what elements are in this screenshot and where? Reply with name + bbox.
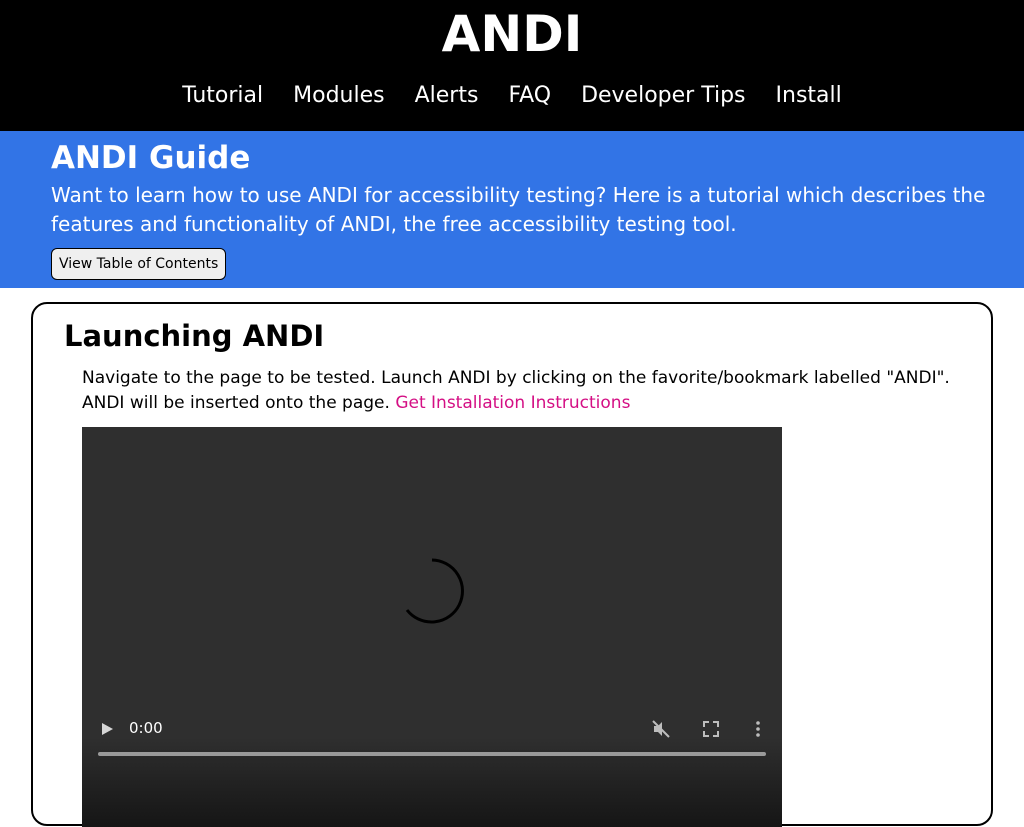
nav-tutorial[interactable]: Tutorial — [182, 80, 263, 112]
nav-faq[interactable]: FAQ — [508, 80, 551, 112]
guide-description: Want to learn how to use ANDI for access… — [51, 183, 986, 236]
launching-andi-card: Launching ANDI Navigate to the page to b… — [31, 302, 993, 827]
view-table-of-contents-button[interactable]: View Table of Contents — [51, 248, 227, 280]
site-title: ANDI — [441, 5, 583, 63]
video-player[interactable]: 0:00 — [82, 427, 782, 827]
main-nav: Tutorial Modules Alerts FAQ Developer Ti… — [0, 80, 1024, 112]
installation-instructions-link[interactable]: Get Installation Instructions — [395, 393, 630, 413]
nav-install[interactable]: Install — [776, 80, 842, 112]
guide-title: ANDI Guide — [51, 140, 251, 176]
guide-banner: ANDI Guide Want to learn how to use ANDI… — [0, 131, 1024, 288]
fullscreen-icon[interactable] — [703, 721, 719, 737]
section-title: Launching ANDI — [64, 319, 325, 353]
nav-modules[interactable]: Modules — [293, 80, 384, 112]
video-time: 0:00 — [129, 719, 163, 737]
section-text: Navigate to the page to be tested. Launc… — [82, 366, 972, 416]
muted-icon[interactable] — [652, 720, 670, 738]
loading-spinner-icon — [405, 558, 464, 624]
video-progress-bar[interactable] — [98, 752, 766, 756]
video-controls — [82, 737, 782, 827]
more-options-icon[interactable] — [754, 720, 762, 738]
play-icon[interactable] — [100, 722, 114, 736]
nav-developer-tips[interactable]: Developer Tips — [581, 80, 745, 112]
site-header: ANDI Tutorial Modules Alerts FAQ Develop… — [0, 0, 1024, 131]
nav-alerts[interactable]: Alerts — [415, 80, 479, 112]
